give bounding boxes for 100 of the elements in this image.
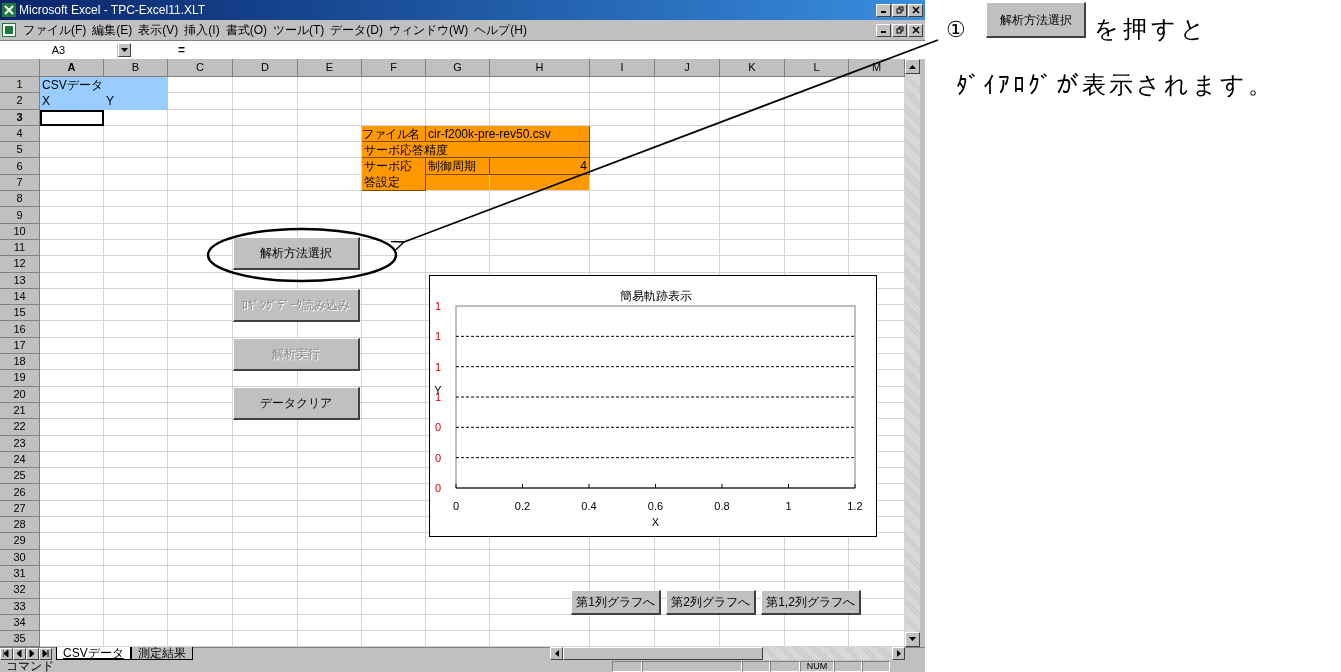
x-tick-label: 1.2 <box>847 500 863 512</box>
workbook-icon <box>2 23 16 37</box>
annotation-text: ﾀﾞｲｱﾛｸﾞが表示されます。 <box>956 71 1275 100</box>
tab-scroll-button[interactable] <box>0 647 13 660</box>
row-header[interactable]: 16 <box>0 321 40 338</box>
restore-button[interactable] <box>892 23 907 37</box>
close-button[interactable] <box>908 23 923 37</box>
menu-item[interactable]: ツール(T) <box>270 21 328 39</box>
right-arrow-icon <box>42 650 49 657</box>
column-header[interactable]: D <box>233 59 298 77</box>
row-header[interactable]: 9 <box>0 207 40 224</box>
menu-item[interactable]: データ(D) <box>327 21 386 39</box>
y-tick-label: 1 <box>434 300 442 312</box>
spreadsheet-cell[interactable]: サーボ応答設定 <box>362 158 426 192</box>
macro-button[interactable]: データクリア <box>233 387 360 420</box>
restore-icon <box>895 26 904 34</box>
close-icon <box>911 6 920 14</box>
row-header[interactable]: 35 <box>0 631 40 648</box>
menu-item[interactable]: 表示(V) <box>135 21 182 39</box>
row-header[interactable]: 8 <box>0 191 40 208</box>
equals-sign[interactable]: = <box>174 41 189 59</box>
column-header[interactable]: J <box>655 59 720 77</box>
row-header[interactable]: 32 <box>0 582 40 599</box>
scroll-left-button[interactable] <box>550 647 563 660</box>
column-header[interactable]: G <box>426 59 490 77</box>
left-arrow-icon <box>16 650 23 657</box>
row-header[interactable]: 28 <box>0 517 40 534</box>
close-button[interactable] <box>908 3 923 17</box>
y-tick-label: 0 <box>434 451 442 464</box>
button-illustration: 解析方法選択 <box>986 2 1086 38</box>
column-header[interactable]: F <box>362 59 426 77</box>
spreadsheet-cell[interactable]: 制御周期 <box>426 158 490 175</box>
graph-button[interactable]: 第1列グラフへ <box>571 590 661 615</box>
menu-item[interactable]: ファイル(F) <box>20 21 90 39</box>
tab-scroll-button[interactable] <box>13 647 26 660</box>
status-panel <box>770 660 800 672</box>
x-tick-label: 0.4 <box>581 500 597 512</box>
menu-item[interactable]: ウィンドウ(W) <box>386 21 472 39</box>
scroll-down-button[interactable] <box>905 631 920 647</box>
restore-button[interactable] <box>892 3 907 17</box>
menu-item[interactable]: 編集(E) <box>89 21 136 39</box>
scroll-thumb[interactable] <box>563 647 763 660</box>
minimize-button[interactable] <box>876 3 891 17</box>
horizontal-scrollbar[interactable] <box>550 647 905 660</box>
column-header[interactable]: E <box>298 59 362 77</box>
row-header[interactable]: 2 <box>0 93 40 110</box>
close-icon <box>911 26 920 34</box>
x-tick-label: 0.6 <box>647 500 664 512</box>
graph-button[interactable]: 第1,2列グラフへ <box>761 590 861 615</box>
column-header[interactable]: B <box>104 59 168 77</box>
spreadsheet-cell[interactable]: CSVデータ <box>40 77 168 94</box>
row-header[interactable]: 25 <box>0 468 40 485</box>
dropdown-button[interactable] <box>118 43 131 57</box>
row-header[interactable]: 1 <box>0 77 40 94</box>
vertical-scrollbar[interactable] <box>905 59 920 647</box>
menu-item[interactable]: ヘルプ(H) <box>471 21 530 39</box>
x-tick-label: 0.2 <box>514 500 531 512</box>
chart-title: 簡易軌跡表示 <box>619 289 692 303</box>
row-header[interactable]: 26 <box>0 484 40 501</box>
column-header[interactable]: C <box>168 59 233 77</box>
menu-item[interactable]: 書式(O) <box>222 21 270 39</box>
column-header[interactable]: K <box>720 59 785 77</box>
x-tick-label: 0.8 <box>714 500 730 512</box>
scroll-up-button[interactable] <box>905 59 920 74</box>
column-header[interactable]: H <box>490 59 590 77</box>
y-tick-label: 0 <box>434 421 442 434</box>
y-tick-label: 1 <box>434 330 442 343</box>
annotation-text: を押すと <box>1094 15 1209 44</box>
tab-scroll-button[interactable] <box>39 647 52 660</box>
row-header[interactable]: 6 <box>0 158 40 175</box>
row-header[interactable]: 5 <box>0 142 40 159</box>
row-header[interactable]: 18 <box>0 354 40 371</box>
column-header[interactable]: M <box>849 59 905 77</box>
row-header[interactable]: 19 <box>0 370 40 387</box>
minimize-button[interactable] <box>876 23 891 37</box>
spreadsheet-cell[interactable]: cir-f200k-pre-rev50.csv <box>426 125 590 143</box>
left-arrow-icon <box>3 650 10 657</box>
column-header[interactable]: L <box>785 59 849 77</box>
x-tick-label: 1 <box>785 500 792 512</box>
spreadsheet-cell[interactable]: 4 <box>490 158 590 175</box>
spreadsheet-cell[interactable]: ファイル名 <box>362 125 426 143</box>
status-panel <box>862 660 890 672</box>
window-title: Microsoft Excel - TPC-Excel11.XLT <box>19 4 206 16</box>
row-header[interactable]: 12 <box>0 256 40 273</box>
scroll-right-button[interactable] <box>892 647 905 660</box>
row-header[interactable]: 15 <box>0 305 40 322</box>
excel-icon <box>2 3 16 17</box>
row-header[interactable]: 22 <box>0 419 40 436</box>
tab-scroll-button[interactable] <box>26 647 39 660</box>
column-header[interactable]: I <box>590 59 655 77</box>
row-header[interactable]: 29 <box>0 533 40 550</box>
spreadsheet-cell[interactable]: サーボ応答精度 <box>362 142 590 159</box>
macro-button[interactable]: 解析方法選択 <box>233 237 360 270</box>
menu-item[interactable]: 挿入(I) <box>181 21 223 39</box>
column-header[interactable]: A <box>40 59 104 77</box>
spreadsheet-cell[interactable]: Y <box>104 93 168 110</box>
graph-button[interactable]: 第2列グラフへ <box>666 590 756 615</box>
y-tick-label: 1 <box>434 360 442 373</box>
right-arrow-icon <box>896 650 901 657</box>
spreadsheet-cell[interactable]: X <box>40 93 104 110</box>
